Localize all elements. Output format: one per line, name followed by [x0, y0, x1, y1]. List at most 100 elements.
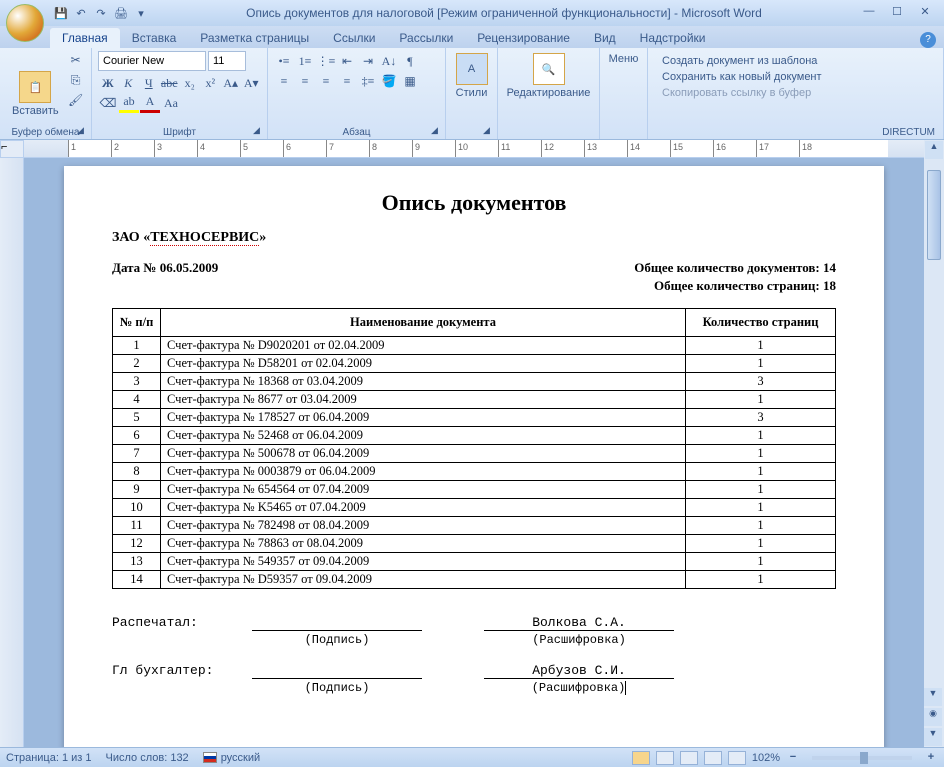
status-language[interactable]: русский	[203, 752, 260, 764]
copy-icon[interactable]: ⎘	[67, 71, 85, 89]
decode-caption-2: (Расшифровка)	[484, 681, 674, 695]
sort-button[interactable]: A↓	[379, 51, 399, 71]
qat-more-icon[interactable]: ▾	[132, 4, 150, 22]
tab-mailings[interactable]: Рассылки	[387, 28, 465, 48]
status-words[interactable]: Число слов: 132	[106, 752, 189, 764]
styles-button[interactable]: A Стили	[452, 51, 491, 101]
zoom-in-button[interactable]: +	[924, 751, 938, 765]
group-paragraph-label: Абзац	[268, 127, 445, 138]
minimize-button[interactable]: —	[858, 5, 880, 21]
tab-layout[interactable]: Разметка страницы	[188, 28, 321, 48]
editing-button[interactable]: 🔍 Редактирование	[504, 51, 593, 101]
italic-button[interactable]: К	[119, 73, 139, 93]
scroll-thumb[interactable]	[927, 170, 941, 260]
scrollbar-vertical[interactable]: ▲ ▼ ◉ ▼	[924, 140, 944, 747]
undo-icon[interactable]: ↶	[72, 4, 90, 22]
cell-num: 2	[113, 355, 161, 373]
font-name-input[interactable]	[98, 51, 206, 71]
shading-button[interactable]: 🪣	[379, 71, 399, 91]
help-icon[interactable]: ?	[920, 32, 936, 48]
strike-button[interactable]: abc	[160, 73, 180, 93]
change-case-button[interactable]: Aa	[161, 93, 181, 113]
superscript-button[interactable]: x²	[201, 73, 221, 93]
tab-insert[interactable]: Вставка	[120, 28, 189, 48]
tab-addins[interactable]: Надстройки	[628, 28, 718, 48]
view-draft-button[interactable]	[728, 751, 746, 765]
clear-format-button[interactable]: ⌫	[98, 93, 118, 113]
clipboard-launcher-icon[interactable]: ◢	[77, 125, 89, 137]
save-icon[interactable]: 💾	[52, 4, 70, 22]
redo-icon[interactable]: ↷	[92, 4, 110, 22]
status-page[interactable]: Страница: 1 из 1	[6, 752, 92, 764]
cell-num: 14	[113, 571, 161, 589]
cell-pages: 1	[686, 463, 836, 481]
directum-save-link[interactable]: Сохранить как новый документ	[662, 71, 929, 83]
view-web-button[interactable]	[680, 751, 698, 765]
shrink-font-button[interactable]: A▾	[242, 73, 262, 93]
office-button[interactable]	[6, 4, 44, 42]
directum-create-link[interactable]: Создать документ из шаблона	[662, 55, 929, 67]
format-painter-icon[interactable]: 🖌	[67, 91, 85, 109]
paste-button[interactable]: 📋 Вставить	[6, 51, 65, 137]
font-color-button[interactable]: A	[140, 93, 160, 113]
table-row: 13Счет-фактура № 549357 от 09.04.20091	[113, 553, 836, 571]
text-cursor	[625, 681, 626, 695]
align-center-button[interactable]: ≡	[295, 71, 315, 91]
directum-copy-link[interactable]: Скопировать ссылку в буфер	[662, 87, 929, 99]
cell-pages: 1	[686, 337, 836, 355]
document-area[interactable]: Опись документов ЗАО «ТЕХНОСЕРВИС» Дата …	[24, 158, 924, 747]
font-size-input[interactable]	[208, 51, 246, 71]
ribbon: 📋 Вставить ✂ ⎘ 🖌 Буфер обмена ◢ Ж К Ч ab…	[0, 48, 944, 140]
paragraph-launcher-icon[interactable]: ◢	[431, 125, 443, 137]
ruler-horizontal[interactable]: 123456789101112131415161718	[24, 140, 924, 158]
view-reading-button[interactable]	[656, 751, 674, 765]
signature-caption-2: (Подпись)	[252, 681, 422, 695]
tab-view[interactable]: Вид	[582, 28, 628, 48]
prev-page-icon[interactable]: ◉	[924, 708, 942, 726]
col-name: Наименование документа	[161, 309, 686, 337]
group-font-label: Шрифт	[92, 127, 267, 138]
zoom-thumb[interactable]	[860, 752, 868, 764]
ruler-vertical[interactable]	[0, 158, 24, 747]
cell-pages: 3	[686, 409, 836, 427]
subscript-button[interactable]: x₂	[180, 73, 200, 93]
cut-icon[interactable]: ✂	[67, 51, 85, 69]
close-button[interactable]: ✕	[914, 5, 936, 21]
tab-review[interactable]: Рецензирование	[465, 28, 582, 48]
table-row: 3Счет-фактура № 18368 от 03.04.20093	[113, 373, 836, 391]
next-page-icon[interactable]: ▼	[924, 728, 942, 746]
bold-button[interactable]: Ж	[98, 73, 118, 93]
view-print-button[interactable]	[632, 751, 650, 765]
align-right-button[interactable]: ≡	[316, 71, 336, 91]
font-launcher-icon[interactable]: ◢	[253, 125, 265, 137]
line-spacing-button[interactable]: ‡≡	[358, 71, 378, 91]
highlight-button[interactable]: ab	[119, 93, 139, 113]
zoom-out-button[interactable]: −	[786, 751, 800, 765]
print-icon[interactable]: 🖨	[112, 4, 130, 22]
tab-home[interactable]: Главная	[50, 28, 120, 48]
align-left-button[interactable]: ≡	[274, 71, 294, 91]
signature-line-1	[252, 615, 422, 631]
grow-font-button[interactable]: A▴	[221, 73, 241, 93]
styles-launcher-icon[interactable]: ◢	[483, 125, 495, 137]
numbering-button[interactable]: 1≡	[295, 51, 315, 71]
outdent-button[interactable]: ⇤	[337, 51, 357, 71]
show-marks-button[interactable]: ¶	[400, 51, 420, 71]
menu-button[interactable]: Меню	[606, 51, 641, 67]
scroll-down-icon[interactable]: ▼	[924, 688, 942, 706]
view-outline-button[interactable]	[704, 751, 722, 765]
zoom-value[interactable]: 102%	[752, 752, 780, 764]
zoom-slider[interactable]	[812, 756, 912, 760]
document-page[interactable]: Опись документов ЗАО «ТЕХНОСЕРВИС» Дата …	[64, 166, 884, 747]
tab-references[interactable]: Ссылки	[321, 28, 387, 48]
justify-button[interactable]: ≡	[337, 71, 357, 91]
cell-name: Счет-фактура № 78863 от 08.04.2009	[161, 535, 686, 553]
indent-button[interactable]: ⇥	[358, 51, 378, 71]
ruler-corner[interactable]: ⌐	[0, 140, 24, 158]
borders-button[interactable]: ▦	[400, 71, 420, 91]
scroll-up-icon[interactable]: ▲	[925, 141, 943, 159]
underline-button[interactable]: Ч	[139, 73, 159, 93]
maximize-button[interactable]: ☐	[886, 5, 908, 21]
bullets-button[interactable]: •≡	[274, 51, 294, 71]
multilevel-button[interactable]: ⋮≡	[316, 51, 336, 71]
